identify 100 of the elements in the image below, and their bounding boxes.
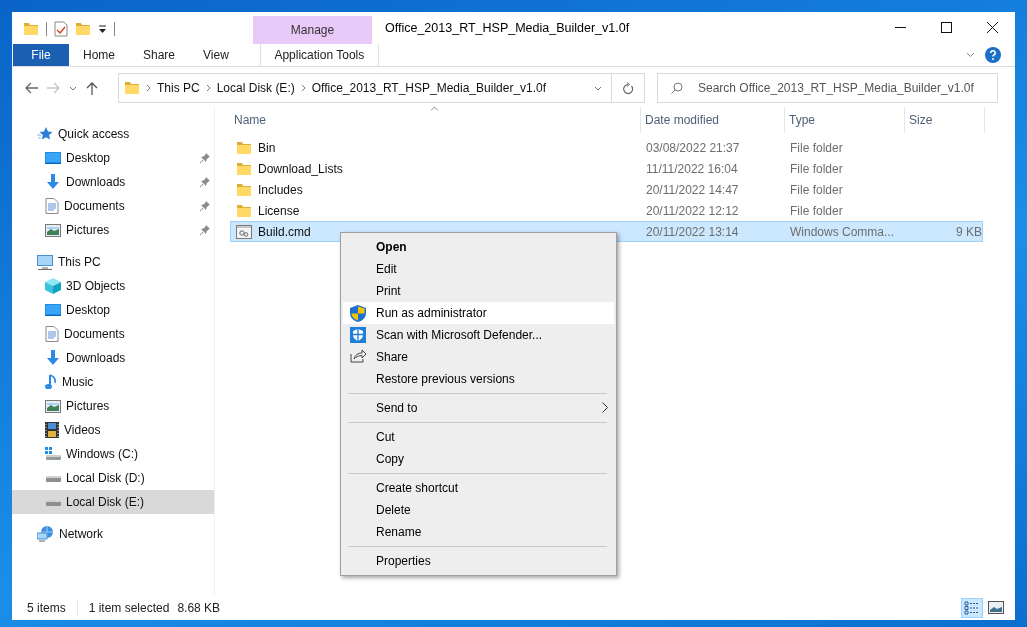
selection-count: 1 item selected [88, 600, 170, 615]
share-icon [350, 349, 366, 363]
sidebar-item[interactable]: Downloads [12, 346, 214, 370]
chevron-right-icon[interactable] [146, 84, 151, 92]
file-row[interactable]: Includes 20/11/2022 14:47 File folder [230, 179, 983, 200]
sidebar-item[interactable]: Local Disk (D:) [12, 466, 214, 490]
column-header[interactable]: Date modified [641, 107, 785, 133]
date-cell-text: 11/11/2022 16:04 [645, 161, 739, 176]
shield-icon [350, 305, 366, 322]
menu-item[interactable]: Scan with Microsoft Defender... [343, 324, 614, 346]
sidebar-item[interactable]: Videos [12, 418, 214, 442]
chevron-right-icon[interactable] [300, 84, 306, 92]
file-tab[interactable]: File [13, 44, 69, 66]
pin-icon [200, 201, 210, 211]
maximize-icon [940, 21, 952, 33]
details-view-button[interactable] [961, 597, 983, 618]
file-name: Build.cmd [258, 224, 311, 239]
file-row[interactable]: Bin 03/08/2022 21:37 File folder [230, 137, 983, 158]
sidebar-item[interactable]: Windows (C:) [12, 442, 214, 466]
menu-item[interactable]: Properties [343, 550, 614, 572]
column-header[interactable]: Name [230, 107, 641, 133]
address-bar[interactable]: This PC Local Disk (E:) Office_2013_RT_HSP_Media_Builder_v1.0f [118, 73, 612, 103]
checklist-icon[interactable] [54, 21, 68, 37]
window-title: Office_2013_RT_HSP_Media_Builder_v1.0f [385, 21, 631, 35]
sidebar-item[interactable]: Network [12, 522, 214, 546]
recent-locations-icon[interactable] [69, 85, 77, 91]
drive-icon [45, 474, 61, 482]
downloads-icon [45, 350, 61, 366]
file-row[interactable]: License 20/11/2022 12:12 File folder [230, 200, 983, 221]
pin-icon [200, 153, 210, 163]
sidebar-item[interactable]: Documents [12, 194, 214, 218]
context-group-label: Manage [253, 16, 372, 44]
column-header[interactable]: Type [785, 107, 905, 133]
sidebar-item[interactable]: Pictures [12, 218, 214, 242]
list-icon [964, 600, 980, 615]
type-cell-text: File folder [789, 161, 844, 176]
breadcrumb[interactable]: Local Disk (E:) [216, 81, 295, 95]
sidebar-item[interactable]: 3D Objects [12, 274, 214, 298]
pc-icon [37, 254, 53, 270]
menu-item[interactable]: Copy [343, 448, 614, 470]
sidebar-item[interactable]: Local Disk (E:) [12, 490, 214, 514]
file-name: Includes [258, 182, 303, 197]
ribbon-tab[interactable]: Share [129, 44, 190, 66]
folder-icon [236, 202, 252, 219]
menu-item[interactable]: Print [343, 280, 614, 302]
selection-size: 8.68 KB [177, 600, 221, 615]
chevron-right-icon[interactable] [205, 84, 211, 92]
dropdown-caret-icon[interactable] [594, 85, 602, 91]
ribbon-tab[interactable]: Application Tools [259, 44, 379, 66]
menu-item[interactable]: Create shortcut [343, 477, 614, 499]
customize-dropdown-icon[interactable] [98, 24, 107, 34]
quick-access-icon [37, 126, 53, 142]
pin-icon [200, 177, 210, 187]
downloads-icon [45, 174, 61, 190]
expand-ribbon-icon[interactable] [966, 52, 975, 58]
menu-item[interactable]: Share [343, 346, 614, 368]
refresh-button[interactable] [612, 73, 645, 103]
desktop-icon [45, 151, 61, 165]
sidebar-item[interactable]: Documents [12, 322, 214, 346]
ribbon-tab[interactable]: View [189, 44, 243, 66]
file-name: License [258, 203, 300, 218]
date-cell-text: 20/11/2022 13:14 [645, 224, 740, 239]
refresh-icon [622, 81, 634, 95]
ribbon-tab[interactable]: Home [69, 44, 129, 66]
file-row[interactable]: Download_Lists 11/11/2022 16:04 File folder [230, 158, 983, 179]
help-icon[interactable] [985, 47, 1001, 63]
search-icon [671, 82, 683, 94]
menu-item[interactable]: Cut [343, 426, 614, 448]
documents-icon [45, 198, 59, 214]
type-cell-text: File folder [789, 140, 844, 155]
date-cell-text: 20/11/2022 14:47 [645, 182, 740, 197]
folder-icon [236, 160, 252, 177]
column-header[interactable]: Size [905, 107, 985, 133]
sidebar-item[interactable]: Desktop [12, 298, 214, 322]
desktop-icon [45, 303, 61, 317]
back-arrow-icon[interactable] [25, 82, 38, 94]
breadcrumb[interactable]: This PC [157, 81, 200, 95]
sidebar-item[interactable]: Quick access [12, 122, 214, 146]
size-cell-text: 9 KB [955, 224, 983, 239]
menu-item[interactable]: Restore previous versions [343, 368, 614, 390]
picture-icon [988, 601, 1004, 614]
search-field[interactable]: Search Office_2013_RT_HSP_Media_Builder_v1.0f [657, 73, 998, 103]
menu-item[interactable]: Send to [343, 397, 614, 419]
objects-icon [45, 278, 61, 294]
type-cell-text: Windows Comma... [789, 224, 896, 239]
sidebar-item[interactable]: Music [12, 370, 214, 394]
sidebar-item[interactable]: Downloads [12, 170, 214, 194]
breadcrumb[interactable]: Office_2013_RT_HSP_Media_Builder_v1.0f [311, 81, 547, 95]
folder-icon [124, 80, 140, 96]
menu-item[interactable]: Delete [343, 499, 614, 521]
sidebar-item[interactable]: This PC [12, 250, 214, 274]
menu-item[interactable]: Run as administrator [343, 302, 614, 324]
close-icon [986, 21, 998, 33]
up-arrow-icon[interactable] [86, 81, 98, 95]
type-cell-text: File folder [789, 182, 844, 197]
menu-item[interactable]: Edit [343, 258, 614, 280]
sidebar-item[interactable]: Desktop [12, 146, 214, 170]
sidebar-item[interactable]: Pictures [12, 394, 214, 418]
file-name: Download_Lists [258, 161, 343, 176]
menu-item[interactable]: Rename [343, 521, 614, 543]
